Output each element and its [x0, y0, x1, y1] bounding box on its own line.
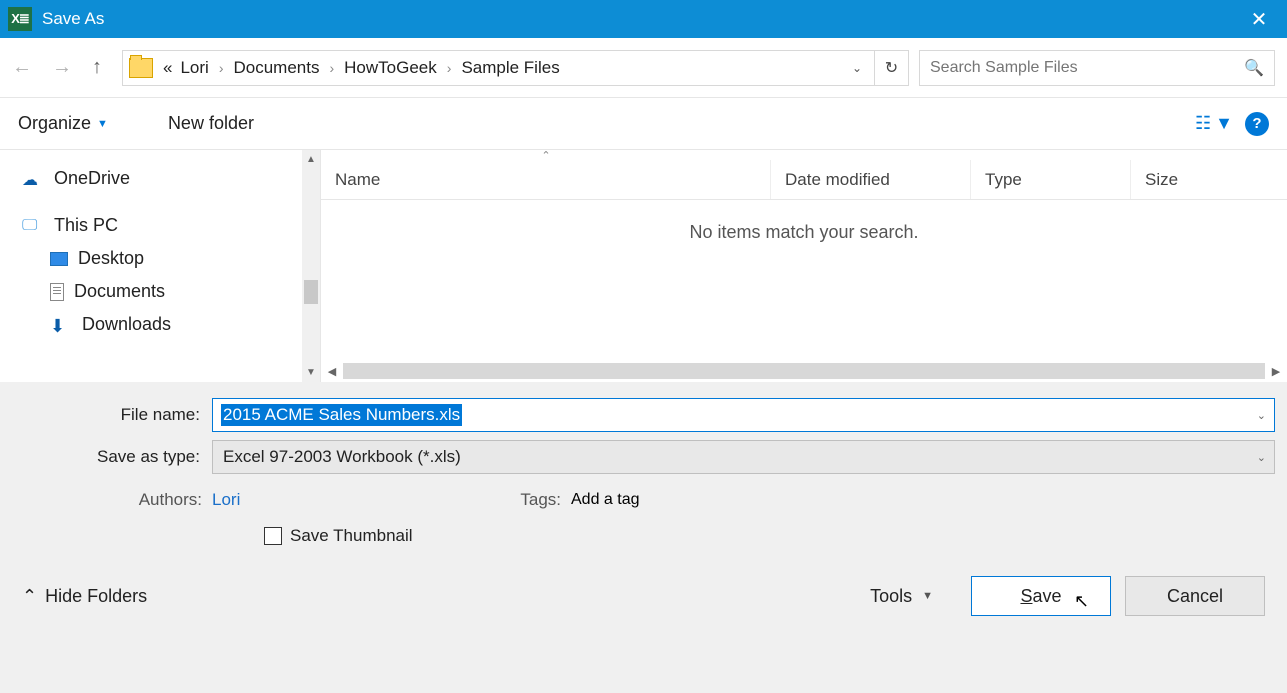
- chevron-right-icon: ›: [213, 60, 230, 76]
- chevron-down-icon[interactable]: ⌄: [1257, 451, 1266, 464]
- column-headers: Name Date modified Type Size: [321, 160, 1287, 200]
- chevron-down-icon: ▼: [922, 590, 933, 602]
- forward-button[interactable]: →: [52, 56, 72, 79]
- excel-icon: X≣: [8, 7, 32, 31]
- column-type[interactable]: Type: [971, 160, 1131, 199]
- up-button[interactable]: ↑: [92, 56, 102, 79]
- help-button[interactable]: ?: [1245, 112, 1269, 136]
- cursor-icon: ↖: [1074, 591, 1089, 612]
- chevron-down-icon: ▼: [1215, 113, 1233, 134]
- new-folder-button[interactable]: New folder: [168, 113, 254, 134]
- tree-item-this-pc[interactable]: 🖵 This PC: [0, 209, 320, 242]
- breadcrumb-prefix: «: [159, 58, 176, 78]
- breadcrumb-item[interactable]: HowToGeek: [340, 58, 441, 78]
- search-box[interactable]: 🔍: [919, 50, 1275, 86]
- folder-icon: [129, 58, 153, 78]
- file-name-input[interactable]: 2015 ACME Sales Numbers.xls ⌄: [212, 398, 1275, 432]
- monitor-icon: 🖵: [22, 217, 44, 235]
- save-as-type-label: Save as type:: [12, 447, 212, 467]
- tree-item-desktop[interactable]: Desktop: [0, 242, 320, 275]
- file-name-label: File name:: [12, 405, 212, 425]
- chevron-right-icon: ›: [441, 60, 458, 76]
- cloud-icon: ☁: [22, 170, 44, 188]
- scroll-up-icon[interactable]: ▲: [306, 150, 316, 169]
- tools-label: Tools: [870, 586, 912, 607]
- file-list: ⌃ Name Date modified Type Size No items …: [320, 150, 1287, 382]
- column-size[interactable]: Size: [1131, 160, 1287, 199]
- save-as-type-select[interactable]: Excel 97-2003 Workbook (*.xls) ⌄: [212, 440, 1275, 474]
- download-icon: ⬇: [50, 316, 72, 334]
- scrollbar-track[interactable]: [343, 363, 1265, 379]
- tree-label: This PC: [54, 215, 118, 236]
- tree-item-onedrive[interactable]: ☁ OneDrive: [0, 162, 320, 195]
- authors-label: Authors:: [12, 490, 202, 510]
- save-thumbnail-label: Save Thumbnail: [290, 526, 413, 546]
- save-form: File name: 2015 ACME Sales Numbers.xls ⌄…: [0, 382, 1287, 554]
- column-name[interactable]: Name: [321, 160, 771, 199]
- scrollbar-thumb[interactable]: [304, 280, 318, 304]
- tools-button[interactable]: Tools ▼: [870, 586, 933, 607]
- navigation-tree: ☁ OneDrive 🖵 This PC Desktop Documents ⬇…: [0, 150, 320, 382]
- tree-item-documents[interactable]: Documents: [0, 275, 320, 308]
- scroll-down-icon[interactable]: ▼: [306, 363, 316, 382]
- scroll-right-icon[interactable]: ▶: [1265, 365, 1287, 378]
- save-as-type-value: Excel 97-2003 Workbook (*.xls): [223, 447, 461, 467]
- dialog-title: Save As: [42, 9, 1239, 29]
- save-thumbnail-checkbox[interactable]: [264, 527, 282, 545]
- navigation-bar: ← → ↑ « Lori › Documents › HowToGeek › S…: [0, 38, 1287, 98]
- search-input[interactable]: [930, 59, 1244, 77]
- hide-folders-button[interactable]: ⌃ Hide Folders: [22, 586, 147, 607]
- hide-folders-label: Hide Folders: [45, 586, 147, 607]
- organize-label: Organize: [18, 113, 91, 134]
- close-button[interactable]: ✕: [1239, 7, 1279, 32]
- chevron-down-icon[interactable]: ⌄: [1257, 409, 1266, 422]
- file-name-value: 2015 ACME Sales Numbers.xls: [221, 404, 462, 426]
- back-button[interactable]: ←: [12, 56, 32, 79]
- tags-value[interactable]: Add a tag: [571, 491, 640, 509]
- save-button[interactable]: Save ↖: [971, 576, 1111, 616]
- column-date[interactable]: Date modified: [771, 160, 971, 199]
- scroll-left-icon[interactable]: ◀: [321, 365, 343, 378]
- view-options-button[interactable]: ☷ ▼: [1195, 113, 1233, 134]
- chevron-up-icon: ⌃: [22, 586, 37, 607]
- document-icon: [50, 283, 64, 301]
- breadcrumb-item[interactable]: Lori: [176, 58, 212, 78]
- toolbar: Organize ▼ New folder ☷ ▼ ?: [0, 98, 1287, 150]
- address-dropdown-icon[interactable]: ⌄: [852, 61, 862, 75]
- bottom-bar: ⌃ Hide Folders Tools ▼ Save ↖ Cancel: [0, 554, 1287, 628]
- tree-item-downloads[interactable]: ⬇ Downloads: [0, 308, 320, 341]
- chevron-down-icon: ▼: [97, 118, 108, 130]
- empty-message: No items match your search.: [321, 200, 1287, 360]
- title-bar: X≣ Save As ✕: [0, 0, 1287, 38]
- cancel-button[interactable]: Cancel: [1125, 576, 1265, 616]
- tree-label: Documents: [74, 281, 165, 302]
- search-icon[interactable]: 🔍: [1244, 58, 1264, 78]
- breadcrumb-item[interactable]: Sample Files: [457, 58, 563, 78]
- authors-value[interactable]: Lori: [212, 490, 240, 510]
- refresh-button[interactable]: ↻: [875, 50, 909, 86]
- tree-label: OneDrive: [54, 168, 130, 189]
- organize-button[interactable]: Organize ▼: [18, 113, 108, 134]
- chevron-right-icon: ›: [323, 60, 340, 76]
- address-bar[interactable]: « Lori › Documents › HowToGeek › Sample …: [122, 50, 875, 86]
- tree-scrollbar[interactable]: ▲ ▼: [302, 150, 320, 382]
- desktop-icon: [50, 252, 68, 266]
- horizontal-scrollbar[interactable]: ◀ ▶: [321, 360, 1287, 382]
- breadcrumb-item[interactable]: Documents: [230, 58, 324, 78]
- tree-label: Downloads: [82, 314, 171, 335]
- list-view-icon: ☷: [1195, 113, 1211, 134]
- body: ☁ OneDrive 🖵 This PC Desktop Documents ⬇…: [0, 150, 1287, 382]
- tree-label: Desktop: [78, 248, 144, 269]
- tags-label: Tags:: [520, 490, 561, 510]
